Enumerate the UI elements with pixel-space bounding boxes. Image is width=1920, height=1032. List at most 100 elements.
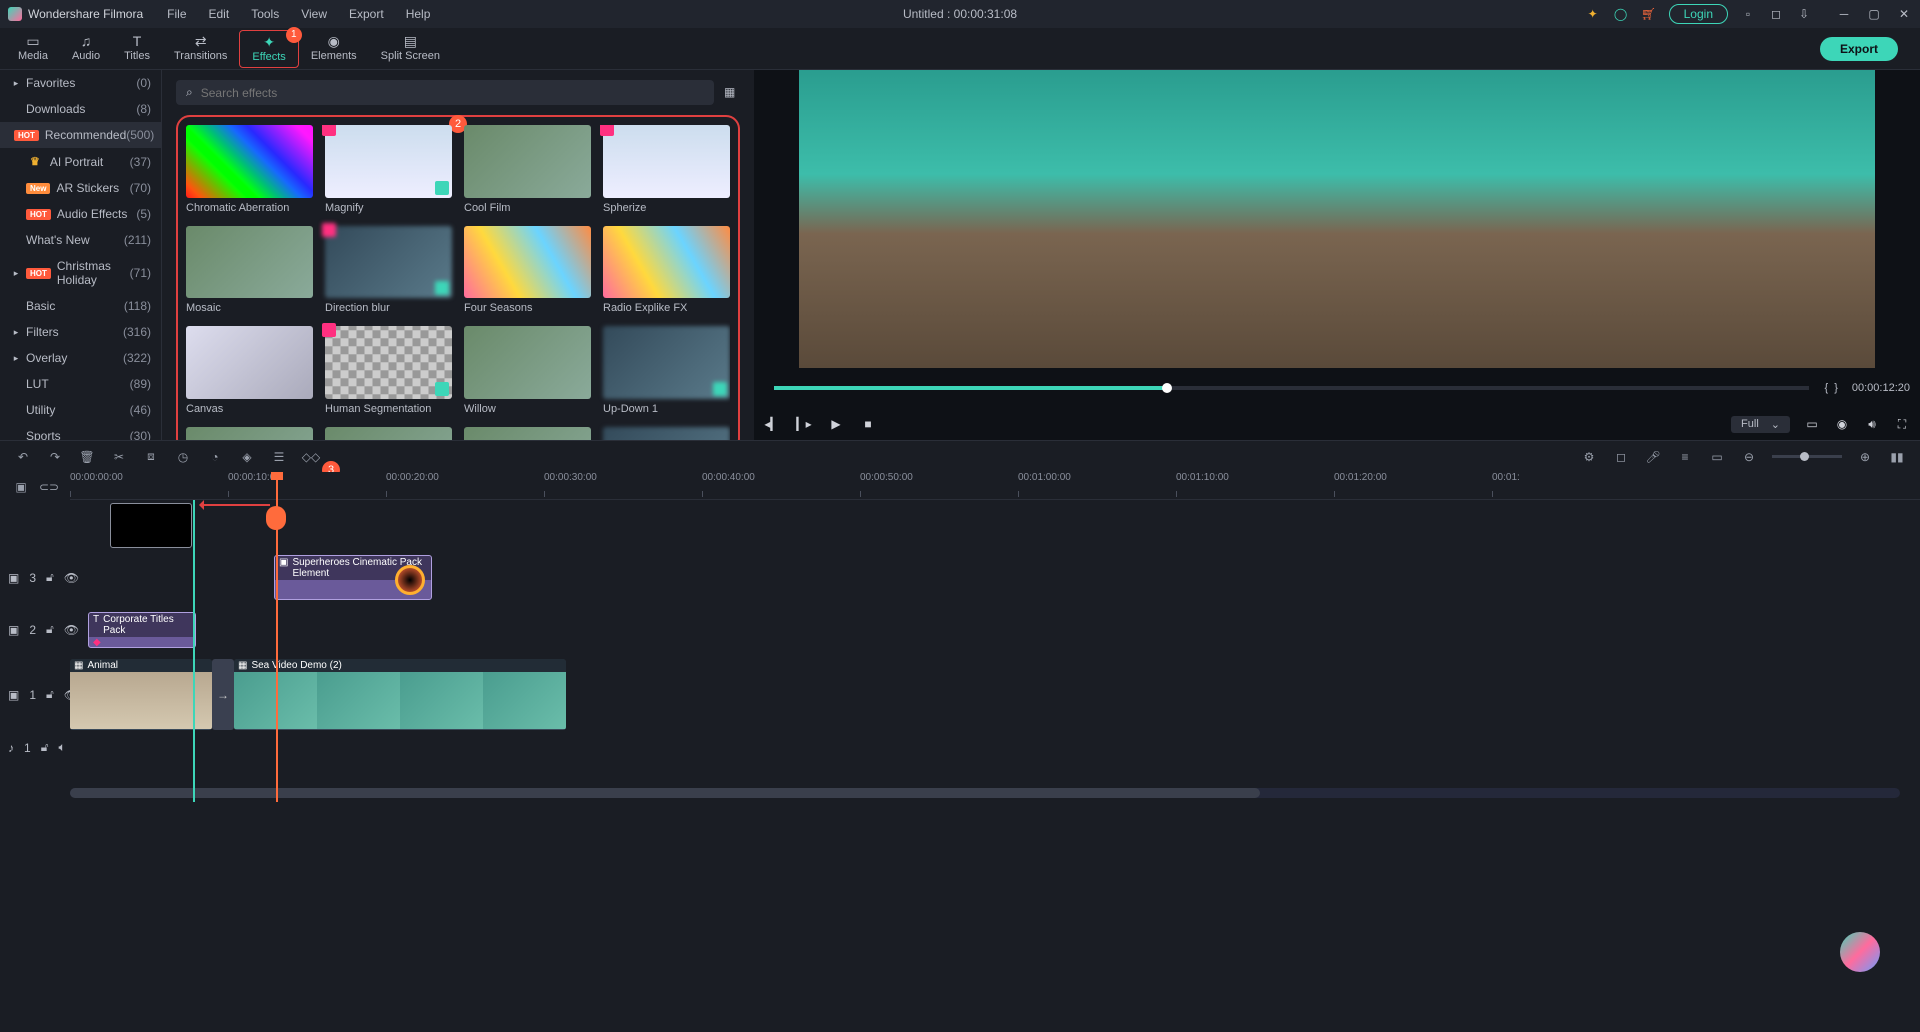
split-handle-icon[interactable] <box>266 506 286 530</box>
lock-icon[interactable]: 🔓︎ <box>46 622 54 637</box>
eye-icon[interactable]: 👁︎ <box>64 571 79 585</box>
titles-clip[interactable]: TCorporate Titles Pack ◆ <box>88 612 196 648</box>
effect-radio-explike-fx[interactable]: Radio Explike FX <box>603 226 730 315</box>
track-audio-1[interactable]: ♪ 1 🔓︎ 🔈︎ <box>70 734 1920 762</box>
undo-icon[interactable]: ↶ <box>14 448 32 466</box>
horizontal-scrollbar[interactable] <box>70 788 1900 798</box>
cut-icon[interactable]: ✂︎ <box>110 448 128 466</box>
search-box[interactable]: ⌕ <box>176 80 714 105</box>
tab-titles[interactable]: TTitles <box>112 30 162 68</box>
elements-clip[interactable]: ▣Superheroes Cinematic Pack Element <box>274 555 432 600</box>
zoom-slider[interactable] <box>1772 455 1842 458</box>
timeline-options-icon[interactable]: ▣ <box>12 478 30 496</box>
mic-icon[interactable]: 🎤︎ <box>1644 448 1662 466</box>
bracket-left[interactable]: { <box>1825 382 1829 394</box>
redo-icon[interactable]: ↷ <box>46 448 64 466</box>
effect-up-down--[interactable]: Up-Down 1 <box>603 326 730 415</box>
black-clip[interactable] <box>110 503 192 548</box>
effect-canvas[interactable]: Canvas <box>186 326 313 415</box>
crop-icon[interactable]: ⧈ <box>142 448 160 466</box>
tab-audio[interactable]: ♫Audio <box>60 30 112 68</box>
tab-effects[interactable]: ✦Effects1 <box>239 30 298 68</box>
magnet-icon[interactable]: ⊂⊃ <box>40 478 58 496</box>
search-input[interactable] <box>201 86 704 100</box>
delete-icon[interactable]: 🗑︎ <box>78 448 96 466</box>
keyframe-icon[interactable]: ◇◇ <box>302 448 320 466</box>
color-icon[interactable]: ◈ <box>238 448 256 466</box>
download-icon[interactable] <box>713 382 727 396</box>
scrollbar-thumb[interactable] <box>70 788 1260 798</box>
effect-willow[interactable]: Willow <box>464 326 591 415</box>
next-frame-icon[interactable]: ▎▸ <box>796 416 812 432</box>
track-1-video[interactable]: ▣ 1 🔓︎ 👁︎ ▦Animal → ▦Sea Video Demo (2) <box>70 656 1920 734</box>
download-icon[interactable] <box>435 382 449 396</box>
clock-icon[interactable]: ◔ <box>206 448 224 466</box>
export-button[interactable]: Export <box>1820 37 1898 61</box>
marker-line[interactable] <box>193 500 195 802</box>
eye-icon[interactable]: 👁︎ <box>64 623 79 637</box>
quality-select[interactable]: Full ⌄ <box>1731 416 1790 433</box>
track-3[interactable]: ▣ 3 🔓︎ 👁︎ ▣Superheroes Cinematic Pack El… <box>70 552 1920 604</box>
menu-export[interactable]: Export <box>339 4 394 24</box>
cart-icon[interactable]: 🛒︎ <box>1641 6 1657 22</box>
render-icon[interactable]: ▭ <box>1708 448 1726 466</box>
sidebar-item-ai-portrait[interactable]: ♛AI Portrait(37) <box>0 148 161 175</box>
mute-icon[interactable]: 🔈︎ <box>58 740 65 755</box>
zoom-thumb[interactable] <box>1800 452 1809 461</box>
download-icon[interactable] <box>435 281 449 295</box>
effect-cool-film[interactable]: Cool Film <box>464 125 591 214</box>
close-icon[interactable]: ✕ <box>1896 6 1912 22</box>
zoom-out-icon[interactable]: ⊖ <box>1740 448 1758 466</box>
sidebar-item-what-s-new[interactable]: What's New(211) <box>0 227 161 253</box>
sea-clip[interactable]: ▦Sea Video Demo (2) <box>234 659 566 730</box>
effect-magnify[interactable]: Magnify <box>325 125 452 214</box>
menu-edit[interactable]: Edit <box>199 4 240 24</box>
effect-human-segmentation[interactable]: Human Segmentation <box>325 326 452 415</box>
effect-spherize[interactable]: Spherize <box>603 125 730 214</box>
login-button[interactable]: Login <box>1669 4 1728 24</box>
sidebar-item-downloads[interactable]: Downloads(8) <box>0 96 161 122</box>
sidebar-item-basic[interactable]: Basic(118) <box>0 293 161 319</box>
mixer-icon[interactable]: ≡ <box>1676 448 1694 466</box>
filmora-floating-logo-icon[interactable] <box>1840 932 1880 972</box>
screen-icon[interactable]: ▭ <box>1804 416 1820 432</box>
maximize-icon[interactable]: ▢ <box>1866 6 1882 22</box>
effect-four-seasons[interactable]: Four Seasons <box>464 226 591 315</box>
animal-clip[interactable]: ▦Animal <box>70 659 212 730</box>
play-icon[interactable]: ▶ <box>828 416 844 432</box>
menu-help[interactable]: Help <box>396 4 441 24</box>
preview-video[interactable] <box>799 70 1875 368</box>
sidebar-item-audio-effects[interactable]: HOTAudio Effects(5) <box>0 201 161 227</box>
volume-icon[interactable]: 🔊︎ <box>1864 416 1880 432</box>
prev-frame-icon[interactable]: ◂▎ <box>764 416 780 432</box>
effect-chromatic-aberration[interactable]: Chromatic Aberration <box>186 125 313 214</box>
lock-icon[interactable]: 🔓︎ <box>46 687 54 702</box>
transition-clip[interactable]: → <box>212 659 234 730</box>
zoom-fit-icon[interactable]: ▮▮ <box>1888 448 1906 466</box>
fullscreen-icon[interactable]: ⛶ <box>1894 416 1910 432</box>
sidebar-item-christmas-holiday[interactable]: ▸HOTChristmas Holiday(71) <box>0 253 161 293</box>
sidebar-item-utility[interactable]: Utility(46) <box>0 397 161 423</box>
save-icon[interactable]: ▫ <box>1740 6 1756 22</box>
progress-thumb[interactable] <box>1162 383 1172 393</box>
lock-icon[interactable]: 🔓︎ <box>41 740 49 755</box>
minimize-icon[interactable]: ─ <box>1836 6 1852 22</box>
zoom-in-icon[interactable]: ⊕ <box>1856 448 1874 466</box>
sidebar-item-favorites[interactable]: ▸Favorites(0) <box>0 70 161 96</box>
tab-media[interactable]: ▭Media <box>6 30 60 68</box>
effect-mosaic[interactable]: Mosaic <box>186 226 313 315</box>
progress-bar[interactable] <box>774 386 1809 390</box>
track-2[interactable]: ▣ 2 🔓︎ 👁︎ TCorporate Titles Pack ◆ <box>70 604 1920 656</box>
grid-view-icon[interactable]: ▦ <box>724 85 740 101</box>
tab-transitions[interactable]: ⇄Transitions <box>162 30 239 68</box>
download-icon[interactable] <box>435 181 449 195</box>
headphones-icon[interactable]: ◯ <box>1613 6 1629 22</box>
marker-icon[interactable]: ◻ <box>1612 448 1630 466</box>
sparkle-icon[interactable]: ✦ <box>1585 6 1601 22</box>
menu-file[interactable]: File <box>157 4 196 24</box>
adjust-icon[interactable]: ☰ <box>270 448 288 466</box>
sidebar-item-lut[interactable]: LUT(89) <box>0 371 161 397</box>
menu-tools[interactable]: Tools <box>241 4 289 24</box>
gear-icon[interactable]: ⚙︎ <box>1580 448 1598 466</box>
download-icon[interactable]: ⇩ <box>1796 6 1812 22</box>
